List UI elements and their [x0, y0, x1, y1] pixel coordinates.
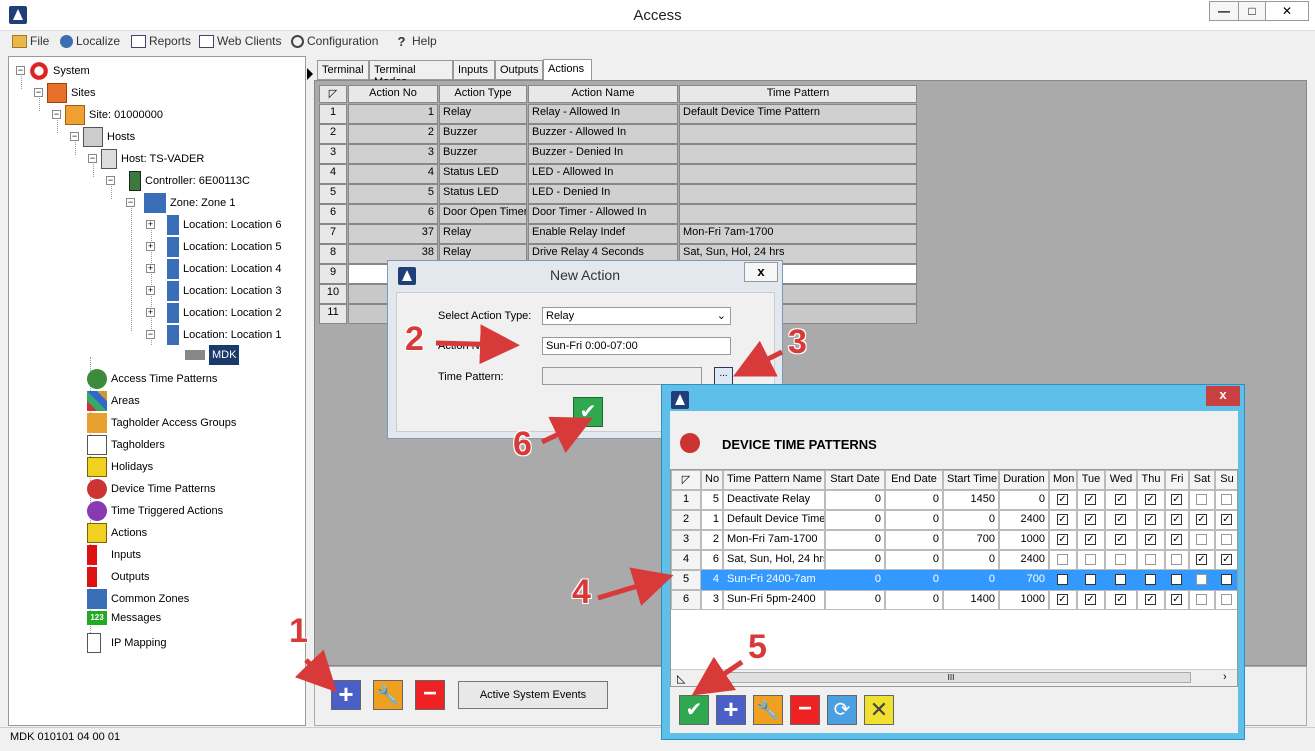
arrow-3 — [733, 340, 784, 377]
annotation-1: 1 — [289, 612, 308, 650]
arrow-1 — [294, 649, 337, 693]
arrow-6 — [540, 416, 594, 453]
arrow-2 — [435, 324, 520, 365]
annotation-6: 6 — [513, 425, 532, 463]
annotation-2: 2 — [405, 320, 424, 358]
arrow-4 — [597, 567, 674, 606]
annotation-5: 5 — [748, 628, 767, 666]
annotation-4: 4 — [572, 573, 591, 611]
annotation-3: 3 — [788, 323, 807, 361]
annotation-arrows — [294, 324, 784, 696]
arrow-5 — [691, 656, 744, 696]
